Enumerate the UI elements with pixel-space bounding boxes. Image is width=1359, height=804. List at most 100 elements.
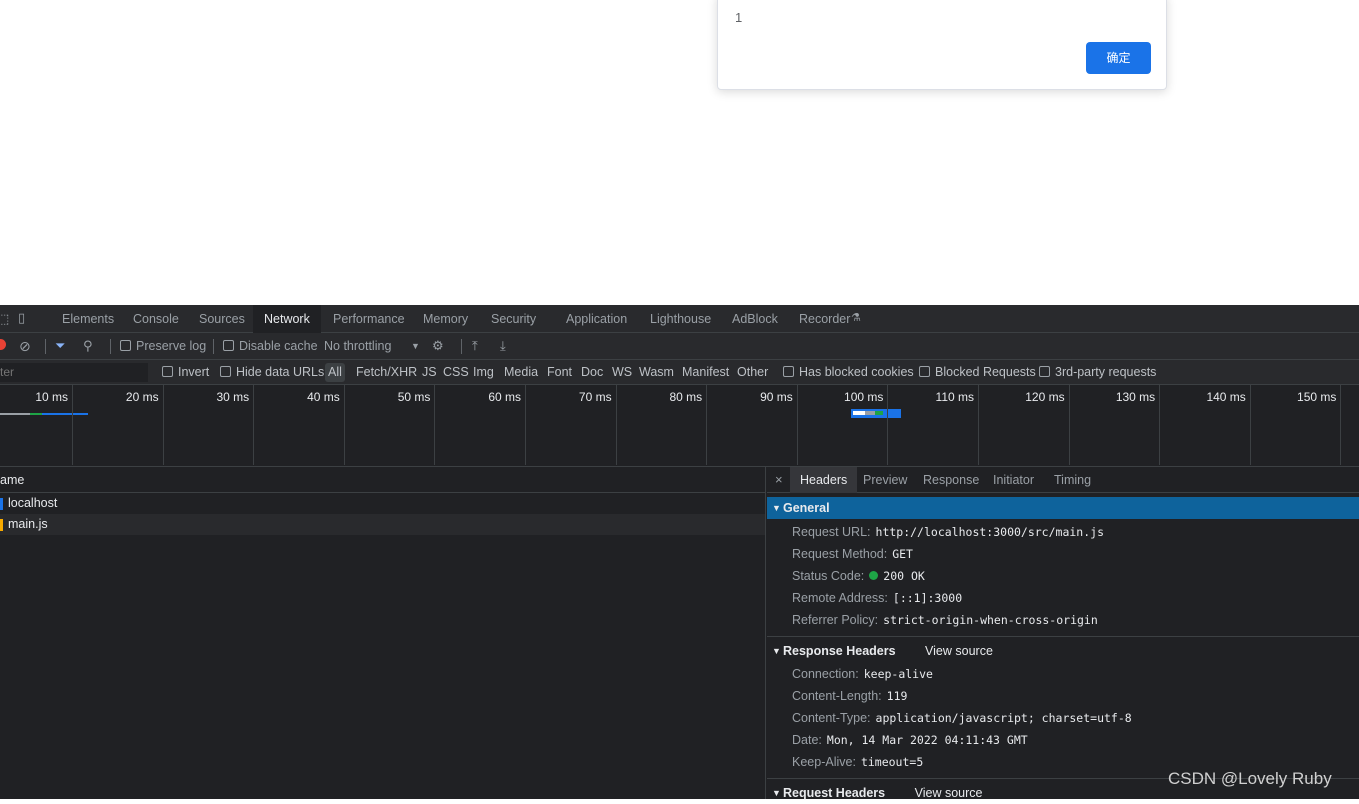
filter-type-img[interactable]: Img [473, 360, 494, 384]
tab-recorder[interactable]: Recorder [799, 305, 850, 333]
timeline-tick-label: 60 ms [488, 390, 521, 404]
filter-type-wasm[interactable]: Wasm [639, 360, 674, 384]
tab-network[interactable]: Network [253, 305, 321, 333]
request-row-localhost[interactable]: localhost [0, 493, 765, 514]
header-value: 200 OK [883, 569, 925, 583]
timeline-gridline [615, 385, 617, 465]
close-icon[interactable]: × [775, 467, 783, 493]
header-request-url: Request URL: http://localhost:3000/src/ma… [792, 524, 1104, 540]
tab-preview[interactable]: Preview [863, 467, 907, 493]
checkbox-icon [223, 340, 234, 352]
document-icon [0, 498, 3, 510]
toolbar-divider [461, 339, 462, 354]
timeline-gridline [706, 385, 708, 465]
header-date: Date: Mon, 14 Mar 2022 04:11:43 GMT [792, 732, 1028, 748]
hide-data-urls-checkbox[interactable]: Hide data URLs [220, 360, 324, 384]
filter-input[interactable] [0, 363, 148, 382]
timeline-bar-localhost [0, 413, 30, 415]
tab-memory[interactable]: Memory [423, 305, 468, 333]
filter-type-other[interactable]: Other [737, 360, 768, 384]
has-blocked-cookies-checkbox[interactable]: Has blocked cookies [783, 360, 914, 384]
invert-label: Invert [178, 365, 210, 379]
timeline-gridline [72, 385, 73, 465]
record-icon[interactable] [0, 339, 6, 350]
tab-response[interactable]: Response [923, 467, 979, 493]
filter-type-css[interactable]: CSS [443, 360, 469, 384]
tab-elements[interactable]: Elements [62, 305, 114, 333]
timeline-gridline [1340, 385, 1342, 465]
tab-adblock[interactable]: AdBlock [732, 305, 778, 333]
column-header-name[interactable]: ame [0, 467, 765, 493]
header-value: 119 [886, 689, 908, 703]
tab-timing[interactable]: Timing [1054, 467, 1091, 493]
status-ok-icon [869, 571, 879, 581]
tab-initiator[interactable]: Initiator [993, 467, 1034, 493]
header-value: application/javascript; charset=utf-8 [875, 711, 1132, 725]
web-page: 1 确定 [0, 0, 1359, 305]
header-key: Referrer Policy: [792, 613, 879, 627]
device-toolbar-icon[interactable]: ▯ [18, 310, 25, 326]
chevron-down-icon[interactable]: ▼ [411, 333, 420, 359]
inspect-element-icon[interactable]: ⬚ [0, 311, 9, 327]
confirm-button[interactable]: 确定 [1086, 42, 1151, 74]
timeline-gridline [796, 385, 798, 465]
tab-sources[interactable]: Sources [199, 305, 245, 333]
section-divider [767, 636, 1359, 637]
filter-type-manifest[interactable]: Manifest [682, 360, 729, 384]
section-general[interactable]: ▼ General [767, 497, 1359, 519]
network-conditions-icon[interactable]: ⚙ [432, 333, 444, 359]
filter-type-media[interactable]: Media [504, 360, 538, 384]
tab-application[interactable]: Application [566, 305, 627, 333]
header-value: [::1]:3000 [892, 591, 963, 605]
search-icon[interactable]: ⚲ [83, 333, 93, 359]
filter-type-js[interactable]: JS [422, 360, 437, 384]
network-overview-timeline[interactable]: 10 ms 20 ms 30 ms 40 ms 50 ms 60 ms 70 ms 80 ms… [0, 385, 1359, 467]
view-source-link[interactable]: View source [925, 644, 993, 658]
filter-type-doc[interactable]: Doc [581, 360, 603, 384]
timeline-tick-label: 70 ms [578, 390, 612, 404]
tab-console[interactable]: Console [133, 305, 179, 333]
timeline-gridline [525, 385, 526, 465]
filter-type-ws[interactable]: WS [612, 360, 632, 384]
network-toolbar: ⊘ ⏷ ⚲ Preserve log Disable cache No thro… [0, 333, 1359, 360]
header-key: Keep-Alive: [792, 755, 856, 769]
timeline-tick-label: 40 ms [307, 390, 340, 404]
request-row-main-js[interactable]: main.js [0, 514, 765, 535]
timeline-tick-label: 100 ms [844, 390, 884, 404]
export-har-icon[interactable]: ⤓ [500, 333, 506, 359]
tab-lighthouse[interactable]: Lighthouse [650, 305, 711, 333]
tab-headers[interactable]: Headers [790, 467, 858, 493]
timeline-gridline [887, 385, 889, 465]
timeline-gridline [1068, 385, 1070, 465]
timeline-gridline [343, 385, 345, 465]
throttling-select[interactable]: No throttling [324, 333, 391, 359]
header-value: GET [892, 547, 913, 561]
header-key: Content-Type: [792, 711, 871, 725]
tab-performance[interactable]: Performance [333, 305, 405, 333]
timeline-tick-label: 140 ms [1206, 390, 1246, 404]
filter-icon[interactable]: ⏷ [55, 333, 65, 359]
header-key: Request Method: [792, 547, 888, 561]
filter-type-fetch-xhr[interactable]: Fetch/XHR [356, 360, 417, 384]
timeline-gridline [162, 385, 164, 465]
third-party-requests-checkbox[interactable]: 3rd-party requests [1039, 360, 1156, 384]
request-name: localhost [8, 496, 58, 510]
request-detail-panel: × Headers Preview Response Initiator Tim… [767, 467, 1359, 800]
tab-security[interactable]: Security [491, 305, 536, 333]
view-source-link[interactable]: View source [915, 786, 983, 800]
filter-type-all[interactable]: All [325, 363, 345, 382]
header-connection: Connection: keep-alive [792, 666, 933, 682]
triangle-down-icon: ▼ [772, 646, 781, 656]
section-response-headers[interactable]: ▼ Response Headers View source [767, 640, 1359, 662]
blocked-requests-checkbox[interactable]: Blocked Requests [919, 360, 1036, 384]
filter-type-font[interactable]: Font [547, 360, 572, 384]
clear-icon[interactable]: ⊘ [19, 333, 31, 359]
import-har-icon[interactable]: ⤒ [472, 333, 478, 359]
invert-checkbox[interactable]: Invert [162, 360, 209, 384]
header-referrer-policy: Referrer Policy: strict-origin-when-cross… [792, 612, 1098, 628]
preserve-log-checkbox[interactable]: Preserve log [120, 333, 206, 359]
disable-cache-checkbox[interactable]: Disable cache [223, 333, 318, 359]
checkbox-icon [220, 366, 231, 378]
request-name: main.js [8, 517, 48, 531]
detail-tabbar: × Headers Preview Response Initiator Tim… [767, 467, 1359, 493]
